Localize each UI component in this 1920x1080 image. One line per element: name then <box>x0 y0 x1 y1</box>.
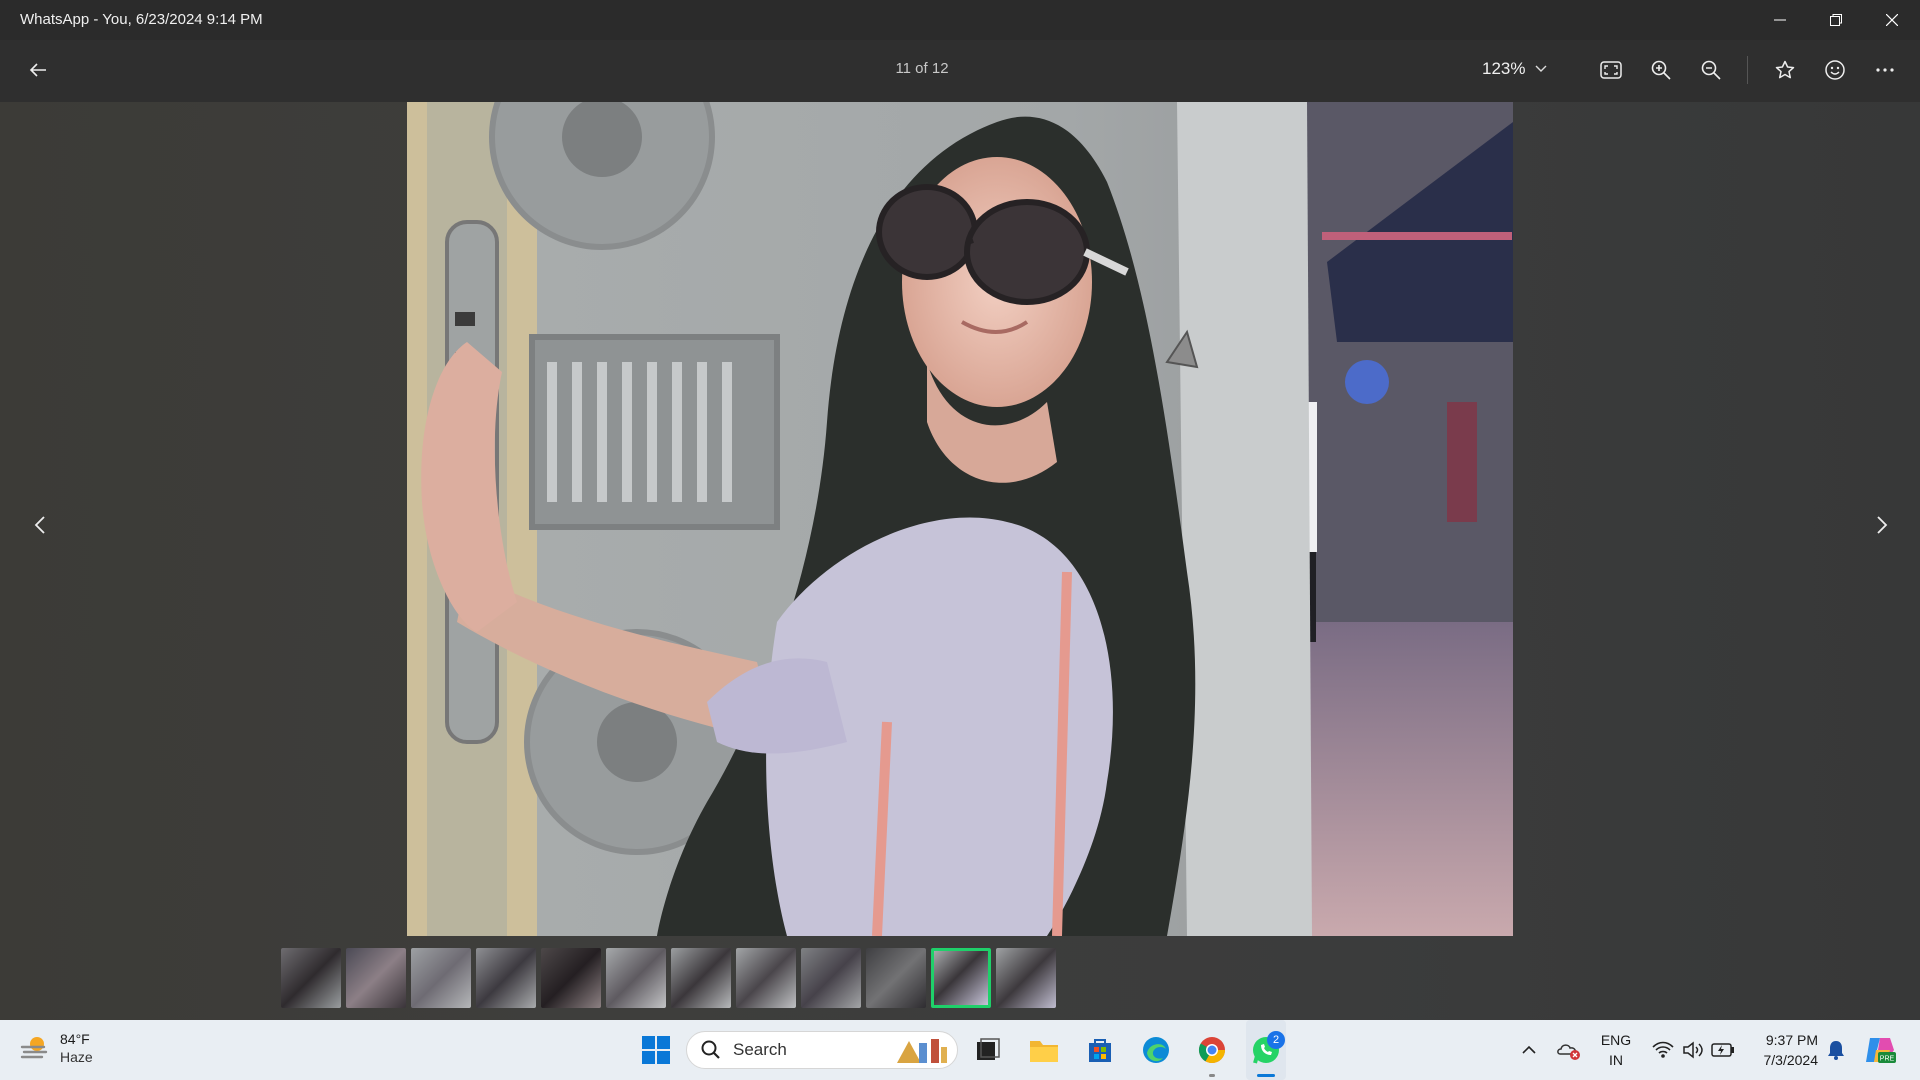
whatsapp-button[interactable]: 2 <box>1246 1020 1286 1080</box>
thumbnail[interactable] <box>671 948 731 1008</box>
thumbnail[interactable] <box>411 948 471 1008</box>
file-explorer-button[interactable] <box>1024 1020 1064 1080</box>
chevron-up-icon <box>1522 1045 1536 1054</box>
edge-button[interactable] <box>1136 1020 1176 1080</box>
search-highlight-icon <box>897 1039 947 1063</box>
zoom-in-button[interactable] <box>1641 50 1681 90</box>
network-button[interactable] <box>1650 1020 1676 1080</box>
notifications-button[interactable] <box>1824 1020 1848 1080</box>
next-image-button[interactable] <box>1862 505 1902 545</box>
zoom-out-icon <box>1701 60 1721 80</box>
chevron-down-icon <box>1535 65 1547 72</box>
zoom-dropdown[interactable]: 123% <box>1482 52 1547 86</box>
thumbnail[interactable] <box>801 948 861 1008</box>
weather-temperature: 84°F <box>60 1031 90 1047</box>
whatsapp-notification-badge: 2 <box>1267 1031 1285 1049</box>
language-indicator[interactable]: ENG IN <box>1596 1030 1636 1070</box>
star-icon <box>1775 60 1795 79</box>
battery-charging-icon <box>1711 1043 1734 1057</box>
image-counter: 11 of 12 <box>895 60 949 77</box>
copilot-icon: PRE <box>1866 1038 1896 1063</box>
thumbnail[interactable] <box>281 948 341 1008</box>
onedrive-error-icon <box>1557 1044 1580 1060</box>
close-button[interactable] <box>1864 0 1920 40</box>
arrow-left-icon <box>29 63 46 77</box>
photo <box>407 102 1513 936</box>
restore-icon <box>1830 14 1842 26</box>
fit-to-window-button[interactable] <box>1591 50 1631 90</box>
previous-image-button[interactable] <box>20 505 60 545</box>
emoji-icon <box>1825 60 1845 80</box>
more-button[interactable] <box>1865 50 1905 90</box>
thumbnail[interactable] <box>866 948 926 1008</box>
battery-button[interactable] <box>1710 1020 1736 1080</box>
chrome-icon <box>1198 1037 1226 1064</box>
search-icon <box>701 1040 720 1059</box>
zoom-level: 123% <box>1482 59 1526 78</box>
thumbnail[interactable] <box>476 948 536 1008</box>
weather-widget[interactable]: 84°F Haze <box>20 1030 93 1066</box>
whatsapp-active-indicator <box>1257 1074 1275 1077</box>
chrome-button[interactable] <box>1192 1020 1232 1080</box>
zoom-out-button[interactable] <box>1691 50 1731 90</box>
thumbnail[interactable] <box>996 948 1056 1008</box>
more-icon <box>1876 68 1894 72</box>
clock[interactable]: 9:37 PM 7/3/2024 <box>1748 1030 1819 1070</box>
task-view-button[interactable] <box>968 1020 1008 1080</box>
thumbnail[interactable] <box>606 948 666 1008</box>
wifi-icon <box>1652 1041 1674 1058</box>
fit-to-window-icon <box>1600 61 1622 79</box>
thumbnail[interactable] <box>346 948 406 1008</box>
favorite-button[interactable] <box>1765 50 1805 90</box>
svg-text:PRE: PRE <box>1880 1056 1895 1063</box>
thumbnail[interactable] <box>541 948 601 1008</box>
clock-date: 7/3/2024 <box>1763 1052 1819 1068</box>
chrome-running-indicator <box>1209 1074 1215 1077</box>
copilot-button[interactable]: PRE <box>1862 1020 1898 1080</box>
window-title: WhatsApp - You, 6/23/2024 9:14 PM <box>20 11 263 28</box>
toolbar-divider <box>1747 56 1748 84</box>
task-view-icon <box>977 1038 1000 1060</box>
clock-time: 9:37 PM <box>1765 1032 1818 1048</box>
chevron-left-icon <box>34 516 45 534</box>
chevron-right-icon <box>1877 516 1888 534</box>
show-hidden-icons-button[interactable] <box>1518 1020 1540 1080</box>
bell-icon <box>1828 1041 1844 1060</box>
thumbnail[interactable] <box>736 948 796 1008</box>
minimize-button[interactable] <box>1752 0 1808 40</box>
photo-image <box>407 102 1513 936</box>
thumbnail-active[interactable] <box>931 948 991 1008</box>
onedrive-button[interactable] <box>1556 1020 1582 1080</box>
store-icon <box>1089 1039 1111 1062</box>
search-label: Search <box>733 1040 787 1059</box>
language-code: ENG <box>1600 1032 1632 1048</box>
taskbar-search[interactable]: Search <box>686 1031 958 1069</box>
microsoft-store-button[interactable] <box>1080 1020 1120 1080</box>
whatsapp-icon-wrap: 2 <box>1251 1031 1285 1065</box>
weather-condition: Haze <box>60 1049 93 1065</box>
close-icon <box>1886 14 1898 26</box>
react-button[interactable] <box>1815 50 1855 90</box>
windows-logo-icon <box>642 1036 670 1064</box>
start-button[interactable] <box>636 1020 676 1080</box>
restore-button[interactable] <box>1808 0 1864 40</box>
folder-icon <box>1030 1041 1058 1062</box>
back-button[interactable] <box>18 50 58 90</box>
zoom-in-icon <box>1651 60 1671 80</box>
speaker-icon <box>1683 1041 1703 1059</box>
haze-weather-icon <box>20 1037 48 1059</box>
edge-icon <box>1143 1037 1169 1063</box>
minimize-icon <box>1774 19 1786 21</box>
volume-button[interactable] <box>1680 1020 1706 1080</box>
filmstrip <box>281 948 1056 1010</box>
language-region: IN <box>1609 1052 1623 1068</box>
title-bar: WhatsApp - You, 6/23/2024 9:14 PM <box>0 0 1920 40</box>
